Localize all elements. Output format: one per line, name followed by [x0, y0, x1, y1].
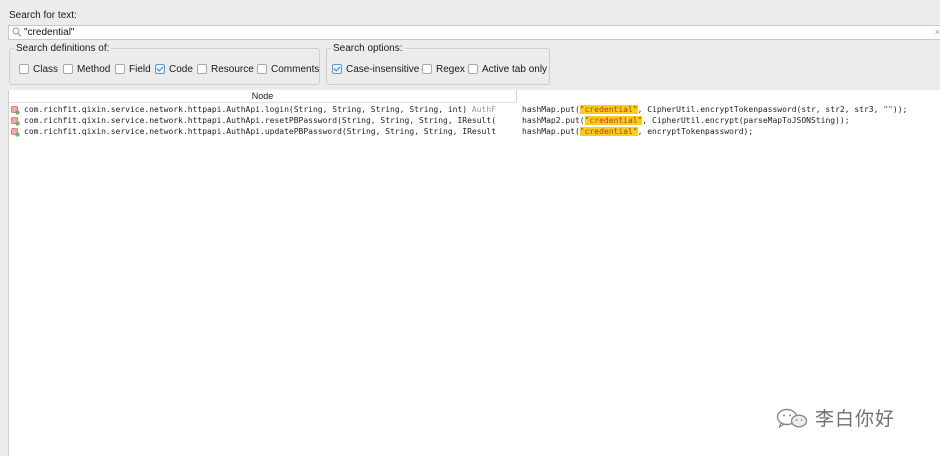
search-input-value[interactable]: "credential" — [24, 27, 74, 38]
column-header-label: Node — [251, 91, 274, 101]
search-options-legend: Search options: — [333, 43, 403, 54]
checkbox-box[interactable] — [422, 64, 432, 74]
code-text: , CipherUtil.encryptTokenpassword(str, s… — [637, 105, 884, 114]
checkbox-label: Code — [169, 63, 193, 75]
checkbox-comments[interactable]: Comments — [257, 62, 319, 76]
checkbox-case-insensitive[interactable]: Case-insensitive — [332, 62, 419, 76]
checkbox-box[interactable] — [155, 64, 165, 74]
node-cell: com.richfit.qixin.service.network.httpap… — [24, 116, 516, 126]
node-text: com.richfit.qixin.service.network.httpap… — [24, 105, 468, 114]
checkbox-class[interactable]: Class — [19, 62, 58, 76]
code-cell: hashMap2.put("credential", CipherUtil.en… — [522, 116, 850, 126]
code-string: "" — [883, 105, 893, 114]
match-highlight: "credential" — [579, 105, 638, 114]
match-highlight: "credential" — [579, 127, 638, 136]
code-cell: hashMap.put("credential", encryptTokenpa… — [522, 127, 753, 137]
checkbox-box[interactable] — [63, 64, 73, 74]
checkbox-label: Class — [33, 63, 59, 75]
method-icon — [11, 106, 20, 115]
checkbox-field[interactable]: Field — [115, 62, 151, 76]
checkbox-box[interactable] — [468, 64, 478, 74]
results-table: Node com.richfit.qixin.service.network.h… — [8, 90, 940, 456]
checkbox-label: Comments — [271, 63, 320, 75]
checkbox-method[interactable]: Method — [63, 62, 110, 76]
code-text: , CipherUtil.encrypt(parseMapToJSONSting… — [642, 116, 850, 125]
column-header-node[interactable]: Node — [9, 90, 517, 103]
search-definitions-legend: Search definitions of: — [16, 43, 110, 54]
checkbox-box[interactable] — [115, 64, 125, 74]
table-row[interactable]: com.richfit.qixin.service.network.httpap… — [9, 105, 940, 115]
checkbox-label: Regex — [436, 63, 465, 75]
code-cell: hashMap.put("credential", CipherUtil.enc… — [522, 105, 907, 115]
checkbox-label: Method — [77, 63, 111, 75]
checkbox-regex[interactable]: Regex — [422, 62, 465, 76]
checkbox-resource[interactable]: Resource — [197, 62, 254, 76]
checkbox-label: Active tab only — [482, 63, 548, 75]
checkbox-box[interactable] — [332, 64, 342, 74]
search-input[interactable]: "credential" × — [8, 25, 940, 40]
node-cell: com.richfit.qixin.service.network.httpap… — [24, 105, 516, 115]
clear-search-icon[interactable]: × — [935, 27, 940, 37]
code-text: hashMap2.put( — [522, 116, 585, 125]
code-text: hashMap.put( — [522, 105, 580, 114]
wechat-icon — [776, 408, 808, 429]
code-text: hashMap.put( — [522, 127, 580, 136]
checkbox-active-tab-only[interactable]: Active tab only — [468, 62, 547, 76]
match-highlight: "credential" — [584, 116, 643, 125]
watermark: 李白你好 — [775, 404, 895, 431]
search-panel: Search for text: "credential" × Search d… — [0, 0, 940, 90]
checkbox-code[interactable]: Code — [155, 62, 193, 76]
search-label: Search for text: — [9, 10, 77, 21]
watermark-text: 李白你好 — [815, 408, 896, 430]
node-cell: com.richfit.qixin.service.network.httpap… — [24, 127, 516, 137]
search-icon — [12, 27, 22, 37]
method-icon — [11, 117, 20, 126]
method-icon — [11, 128, 20, 137]
table-row[interactable]: com.richfit.qixin.service.network.httpap… — [9, 116, 940, 126]
node-text: com.richfit.qixin.service.network.httpap… — [24, 116, 497, 125]
code-text: )); — [892, 105, 908, 114]
node-text: com.richfit.qixin.service.network.httpap… — [24, 127, 497, 136]
checkbox-box[interactable] — [19, 64, 29, 74]
checkbox-box[interactable] — [257, 64, 267, 74]
checkbox-label: Field — [129, 63, 151, 75]
code-text: , encryptTokenpassword); — [637, 127, 754, 136]
checkbox-label: Case-insensitive — [346, 63, 420, 75]
checkbox-box[interactable] — [197, 64, 207, 74]
node-return-type: AuthF — [467, 105, 497, 114]
table-row[interactable]: com.richfit.qixin.service.network.httpap… — [9, 127, 940, 137]
checkbox-label: Resource — [211, 63, 254, 75]
